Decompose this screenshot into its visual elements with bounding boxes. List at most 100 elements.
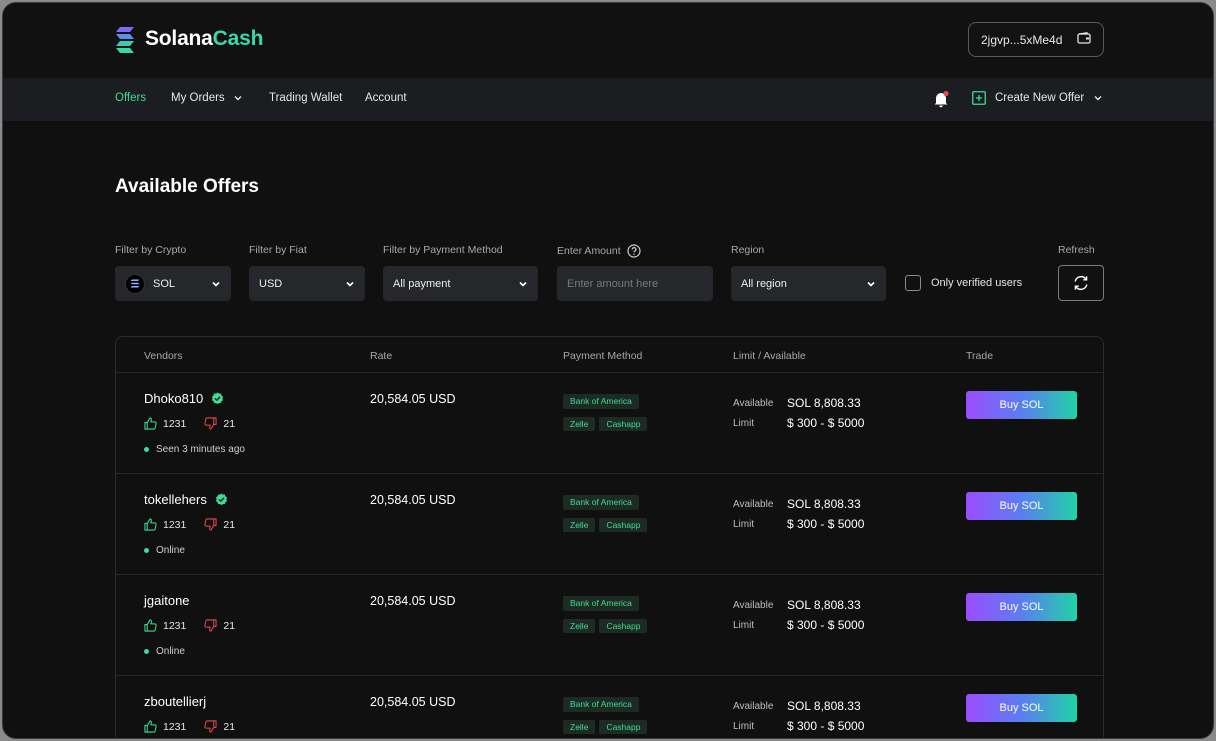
filter-crypto-select[interactable]: SOL xyxy=(115,266,231,301)
limit-value: $ 300 - $ 5000 xyxy=(787,517,865,531)
nav-trading-wallet[interactable]: Trading Wallet xyxy=(269,92,342,104)
vendor-name-wrap: tokellehers xyxy=(144,492,228,507)
vendor-votes: 1231 21 xyxy=(144,619,253,632)
buy-sol-button[interactable]: Buy SOL xyxy=(966,593,1077,621)
rate-value: 20,584.05 USD xyxy=(370,493,456,507)
thumbs-up-icon xyxy=(144,619,157,632)
vendor-name[interactable]: zboutellierj xyxy=(144,694,206,709)
filter-region-label: Region xyxy=(731,244,765,256)
chevron-down-icon xyxy=(212,281,220,287)
filter-payment-label: Filter by Payment Method xyxy=(383,244,503,256)
thumbs-down-icon xyxy=(204,720,217,733)
likes-group: 1231 xyxy=(144,619,186,632)
payment-tag: Bank of America xyxy=(563,495,639,510)
filter-fiat-label: Filter by Fiat xyxy=(249,244,307,256)
limit-value: $ 300 - $ 5000 xyxy=(787,618,865,632)
filter-crypto-label: Filter by Crypto xyxy=(115,244,187,256)
filter-amount-label-wrap: Enter Amount xyxy=(557,244,641,258)
chevron-down-icon xyxy=(519,281,527,287)
buy-sol-button[interactable]: Buy SOL xyxy=(966,694,1077,722)
nav-my-orders[interactable]: My Orders xyxy=(171,92,243,104)
dislikes-count: 21 xyxy=(223,720,236,733)
amount-input[interactable] xyxy=(567,277,703,290)
col-limit-available: Limit / Available xyxy=(733,350,806,362)
notification-bell-icon[interactable] xyxy=(931,89,951,109)
filter-amount-label: Enter Amount xyxy=(557,245,621,257)
dislikes-group: 21 xyxy=(204,417,235,430)
col-rate: Rate xyxy=(370,350,393,362)
vendor-name[interactable]: jgaitone xyxy=(144,593,190,608)
vendor-name-wrap: Dhoko810 xyxy=(144,391,224,406)
chevron-down-icon xyxy=(234,96,242,101)
app-window: SolanaCash 2jgvp...5xMe4d Offers My Orde… xyxy=(2,2,1214,739)
col-vendors: Vendors xyxy=(144,350,183,362)
vendor-votes: 1231 21 xyxy=(144,417,253,430)
payment-methods: Bank of America Zelle Cashapp xyxy=(563,697,713,734)
payment-methods: Bank of America Zelle Cashapp xyxy=(563,495,713,532)
likes-count: 1231 xyxy=(163,518,187,531)
chevron-down-icon xyxy=(1094,96,1102,101)
likes-count: 1231 xyxy=(163,720,187,733)
nav-account[interactable]: Account xyxy=(365,92,407,104)
rate-value: 20,584.05 USD xyxy=(370,695,456,709)
brand-name-part2: Cash xyxy=(212,27,264,50)
vendor-votes: 1231 21 xyxy=(144,518,253,531)
buy-sol-button[interactable]: Buy SOL xyxy=(966,492,1077,520)
brand-logo[interactable]: SolanaCash xyxy=(115,25,263,53)
dislikes-count: 21 xyxy=(223,518,236,531)
main-nav: Offers My Orders Trading Wallet Account … xyxy=(3,78,1213,121)
thumbs-down-icon xyxy=(204,619,217,632)
payment-tag: Cashapp xyxy=(599,618,648,633)
amount-input-wrap xyxy=(557,266,713,301)
status-text: Online xyxy=(156,545,185,556)
filter-fiat-select[interactable]: USD xyxy=(249,266,365,301)
buy-sol-button[interactable]: Buy SOL xyxy=(966,391,1077,419)
vendor-name[interactable]: Dhoko810 xyxy=(144,391,203,406)
wallet-button[interactable]: 2jgvp...5xMe4d xyxy=(968,22,1104,57)
status-text: Seen 3 minutes ago xyxy=(156,444,245,455)
brand-name-part1: Solana xyxy=(145,27,213,50)
status-dot xyxy=(144,548,149,553)
verified-users-label: Only verified users xyxy=(931,277,1023,289)
available-value: SOL 8,808.33 xyxy=(787,598,861,612)
col-trade: Trade xyxy=(966,350,994,362)
table-row: tokellehers 1231 21 Online 20,584.05 USD… xyxy=(116,474,1103,575)
payment-methods: Bank of America Zelle Cashapp xyxy=(563,394,713,431)
likes-count: 1231 xyxy=(163,619,187,632)
help-circle-icon[interactable] xyxy=(627,244,641,258)
limit-label: Limit xyxy=(733,720,755,732)
available-value: SOL 8,808.33 xyxy=(787,699,861,713)
create-new-offer-button[interactable]: Create New Offer xyxy=(972,91,1103,105)
thumbs-down-icon xyxy=(204,417,217,430)
verified-users-toggle[interactable]: Only verified users xyxy=(905,275,1022,291)
rate-value: 20,584.05 USD xyxy=(370,392,456,406)
nav-my-orders-label: My Orders xyxy=(171,92,225,104)
status-text: Online xyxy=(156,646,185,657)
filter-region-value: All region xyxy=(741,277,787,290)
payment-tag: Zelle xyxy=(563,618,596,633)
verified-badge-icon xyxy=(212,392,224,405)
thumbs-up-icon xyxy=(144,518,157,531)
refresh-button[interactable] xyxy=(1058,265,1104,301)
verified-users-checkbox[interactable] xyxy=(905,275,921,291)
payment-tag: Zelle xyxy=(563,517,596,532)
nav-offers[interactable]: Offers xyxy=(115,92,146,104)
likes-count: 1231 xyxy=(163,417,187,430)
vendor-name[interactable]: tokellehers xyxy=(144,492,207,507)
filter-payment-select[interactable]: All payment xyxy=(383,266,538,301)
available-label: Available xyxy=(733,700,774,712)
vendor-status: Online xyxy=(144,646,185,657)
wallet-address: 2jgvp...5xMe4d xyxy=(981,32,1063,47)
dislikes-count: 21 xyxy=(223,619,236,632)
likes-group: 1231 xyxy=(144,417,186,430)
payment-tag: Bank of America xyxy=(563,394,639,409)
solanacash-logo-icon xyxy=(115,25,139,53)
brand-name: SolanaCash xyxy=(145,27,263,51)
solana-coin-icon xyxy=(125,273,145,294)
vendor-status: Seen 3 minutes ago xyxy=(144,444,245,455)
limit-label: Limit xyxy=(733,619,755,631)
page-title: Available Offers xyxy=(115,176,259,197)
payment-tag: Cashapp xyxy=(599,517,648,532)
filter-region-select[interactable]: All region xyxy=(731,266,886,301)
available-value: SOL 8,808.33 xyxy=(787,497,861,511)
